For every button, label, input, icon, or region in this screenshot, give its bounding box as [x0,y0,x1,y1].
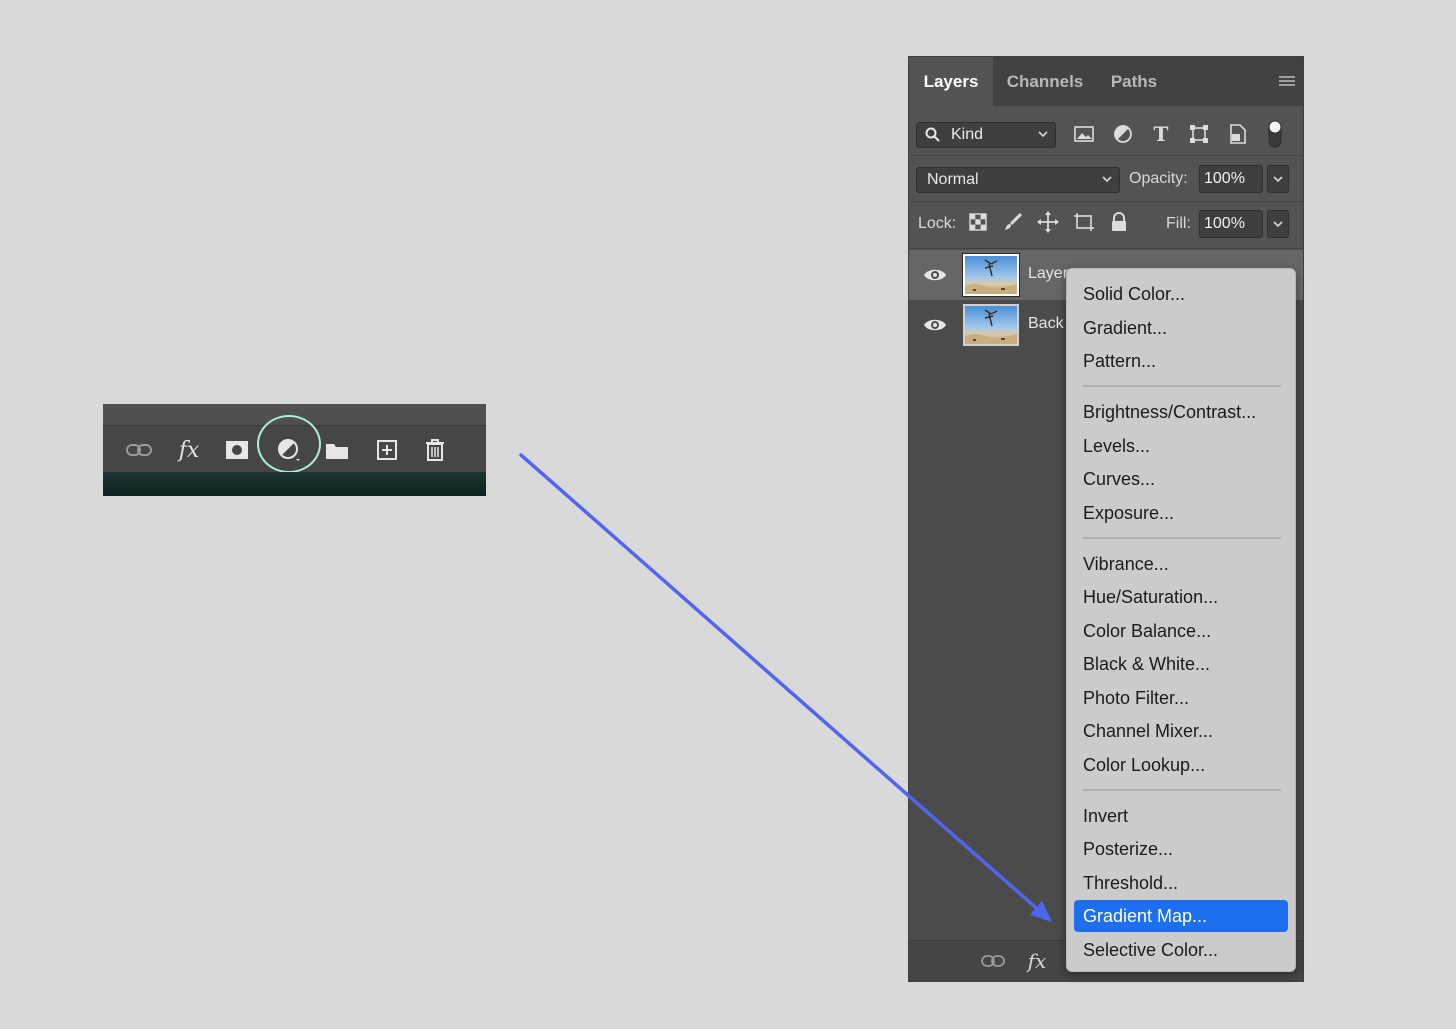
adjustment-highlight-ring [257,415,321,473]
blend-mode-value: Normal [927,171,979,188]
tab-channels[interactable]: Channels [995,57,1095,106]
opacity-label: Opacity: [1129,170,1188,187]
shape-filter-icon[interactable] [1186,121,1212,147]
menu-item-channel-mixer[interactable]: Channel Mixer... [1074,715,1288,747]
menu-item-levels[interactable]: Levels... [1074,430,1288,462]
fx-label: fx [178,437,200,463]
fill-input[interactable]: 100% [1199,210,1263,238]
menu-item-threshold[interactable]: Threshold... [1074,867,1288,899]
mask-icon[interactable] [221,434,253,466]
lock-all-icon[interactable] [1106,209,1132,235]
fill-label: Fill: [1166,215,1191,232]
link-icon[interactable] [123,434,155,466]
menu-item-photo-filter[interactable]: Photo Filter... [1074,682,1288,714]
fx-icon[interactable]: fx [1023,948,1051,974]
smart-object-filter-icon[interactable] [1225,121,1251,147]
chevron-down-icon [1273,221,1283,228]
lock-artboard-icon[interactable] [1071,209,1097,235]
layer-name: Layer [1028,265,1069,282]
cropped-layers-toolbar: fx [103,404,486,496]
menu-item-black-white[interactable]: Black & White... [1074,648,1288,680]
menu-item-hue-saturation[interactable]: Hue/Saturation... [1074,581,1288,613]
menu-item-posterize[interactable]: Posterize... [1074,833,1288,865]
eye-icon[interactable] [923,315,947,335]
fx-icon[interactable]: fx [173,434,205,466]
opacity-dropdown-button[interactable] [1267,165,1289,193]
kind-filter-select[interactable]: Kind [916,122,1056,148]
trash-icon[interactable] [419,434,451,466]
type-filter-icon[interactable]: T [1148,121,1174,147]
menu-item-vibrance[interactable]: Vibrance... [1074,548,1288,580]
blend-mode-select[interactable]: Normal [916,167,1120,193]
chevron-down-icon [1102,176,1112,183]
menu-item-invert[interactable]: Invert [1074,800,1288,832]
search-icon [925,127,940,142]
chevron-down-icon [1038,131,1048,138]
eye-icon[interactable] [923,265,947,285]
menu-separator [1083,385,1281,387]
menu-item-curves[interactable]: Curves... [1074,463,1288,495]
canvas-preview-strip [103,472,486,496]
layer-thumbnail [963,304,1019,346]
menu-item-exposure[interactable]: Exposure... [1074,497,1288,529]
lock-transparency-icon[interactable] [965,209,991,235]
layer-thumbnail [962,253,1020,297]
adjustment-filter-icon[interactable] [1110,121,1136,147]
link-icon[interactable] [979,948,1007,974]
panel-tabs: Layers Channels Paths [909,57,1303,106]
menu-item-color-balance[interactable]: Color Balance... [1074,615,1288,647]
chevron-down-icon [1273,176,1283,183]
panel-menu-icon[interactable] [1279,75,1295,87]
menu-item-gradient-map[interactable]: Gradient Map... [1074,900,1288,932]
menu-item-pattern[interactable]: Pattern... [1074,345,1288,377]
lock-label: Lock: [918,215,957,232]
folder-icon[interactable] [321,434,353,466]
opacity-input[interactable]: 100% [1199,165,1263,193]
new-layer-icon[interactable] [371,434,403,466]
adjustment-layer-menu: Solid Color... Gradient... Pattern... Br… [1066,268,1296,972]
tab-paths[interactable]: Paths [1097,57,1171,106]
menu-item-color-lookup[interactable]: Color Lookup... [1074,749,1288,781]
fill-dropdown-button[interactable] [1267,210,1289,238]
kind-label: Kind [951,126,984,143]
lock-brush-icon[interactable] [1000,209,1026,235]
fx-label: fx [1027,949,1047,973]
lock-move-icon[interactable] [1035,209,1061,235]
menu-separator [1083,789,1281,791]
menu-item-gradient[interactable]: Gradient... [1074,312,1288,344]
pixel-filter-icon[interactable] [1071,121,1097,147]
menu-separator [1083,537,1281,539]
filter-toggle-icon[interactable] [1262,120,1288,148]
menu-item-brightness-contrast[interactable]: Brightness/Contrast... [1074,396,1288,428]
menu-item-selective-color[interactable]: Selective Color... [1074,934,1288,966]
menu-item-solid-color[interactable]: Solid Color... [1074,278,1288,310]
tab-layers[interactable]: Layers [909,57,993,106]
layer-name: Back [1028,315,1064,332]
